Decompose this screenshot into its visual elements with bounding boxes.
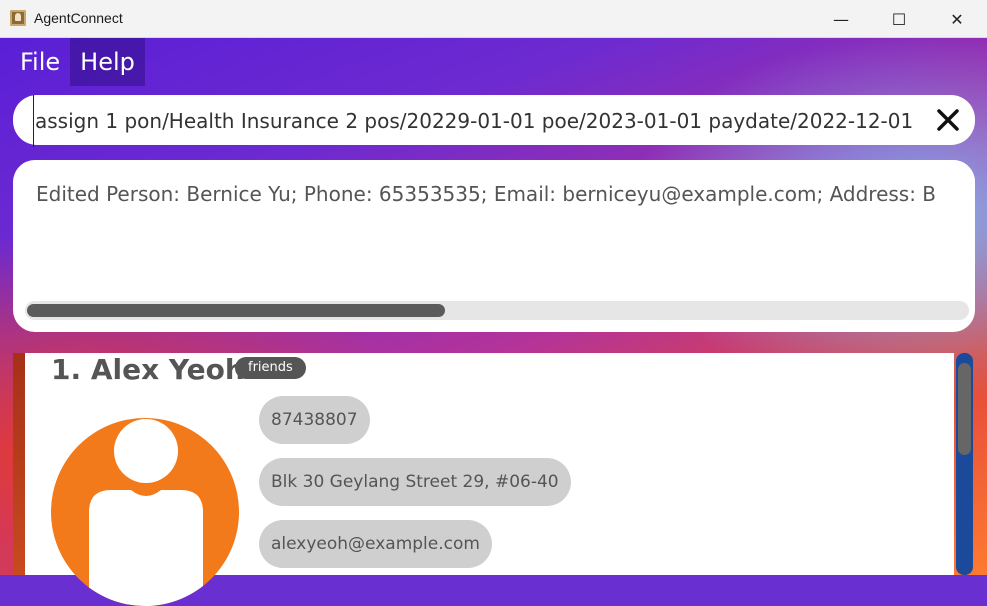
card-selection-stripe bbox=[13, 353, 25, 575]
maximize-button[interactable]: ☐ bbox=[870, 0, 928, 38]
phone-field: 87438807 bbox=[259, 396, 370, 444]
close-icon[interactable] bbox=[935, 107, 961, 133]
title-bar: AgentConnect — ☐ ✕ bbox=[0, 0, 987, 38]
close-window-button[interactable]: ✕ bbox=[928, 0, 986, 38]
result-message: Edited Person: Bernice Yu; Phone: 653535… bbox=[36, 182, 975, 206]
window-title: AgentConnect bbox=[34, 10, 123, 26]
list-vertical-scrollbar[interactable] bbox=[956, 353, 973, 575]
result-horizontal-scrollbar[interactable] bbox=[25, 301, 969, 320]
address-field: Blk 30 Geylang Street 29, #06-40 bbox=[259, 458, 571, 506]
command-input[interactable] bbox=[33, 95, 917, 147]
list-scroll-thumb[interactable] bbox=[958, 363, 971, 455]
menu-bar: File Help bbox=[10, 38, 145, 86]
person-name: 1. Alex Yeoh bbox=[51, 353, 245, 386]
app-icon bbox=[10, 10, 26, 26]
result-scroll-thumb[interactable] bbox=[27, 304, 445, 317]
tag-badge: friends bbox=[235, 357, 306, 379]
email-field: alexyeoh@example.com bbox=[259, 520, 492, 568]
menu-help[interactable]: Help bbox=[70, 38, 145, 86]
result-clip bbox=[937, 160, 975, 300]
result-display: Edited Person: Bernice Yu; Phone: 653535… bbox=[13, 160, 975, 332]
command-box bbox=[13, 95, 975, 147]
minimize-button[interactable]: — bbox=[812, 0, 870, 38]
menu-file[interactable]: File bbox=[10, 38, 70, 86]
person-card[interactable]: 1. Alex Yeoh friends 87438807 Blk 30 Gey… bbox=[25, 353, 954, 606]
person-icon bbox=[89, 419, 203, 606]
person-list: 1. Alex Yeoh friends 87438807 Blk 30 Gey… bbox=[13, 353, 975, 606]
avatar bbox=[51, 418, 239, 606]
